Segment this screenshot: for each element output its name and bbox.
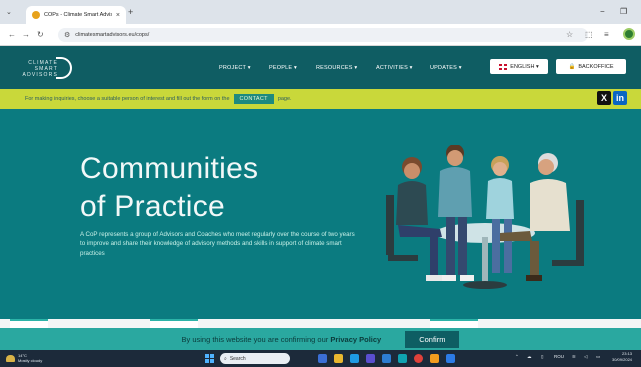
bookmark-star-icon[interactable]: ☆ — [566, 30, 573, 39]
weather-cloud-icon — [6, 354, 15, 362]
browser-window: ⌄ COPs - Climate Smart Advisors × + − ❐ … — [0, 0, 641, 367]
uk-flag-icon — [499, 63, 508, 70]
logo-line-3: ADVISORS — [22, 72, 58, 78]
taskbar-search[interactable]: ⌕ Search — [220, 353, 290, 364]
volume-icon[interactable]: ◁ — [584, 354, 587, 360]
file-explorer-icon[interactable] — [334, 354, 343, 363]
linkedin-icon[interactable]: in — [613, 91, 627, 105]
battery-status-icon[interactable]: ▭ — [596, 354, 600, 360]
notice-text: For making inquiries, choose a suitable … — [25, 96, 230, 102]
weather-desc: Mostly cloudy — [18, 358, 43, 363]
content-card-edge — [430, 319, 478, 328]
tab-title: COPs - Climate Smart Advisors — [44, 12, 112, 18]
tab-strip: ⌄ COPs - Climate Smart Advisors × + − ❐ — [0, 0, 641, 24]
language-selector[interactable]: ENGLISH ▾ — [490, 59, 548, 74]
store-icon[interactable] — [382, 354, 391, 363]
nav-project[interactable]: PROJECT ▾ — [219, 65, 251, 71]
tab-close-icon[interactable]: × — [116, 12, 120, 19]
address-bar[interactable]: ⚙ climatesmartadvisors.eu/cops/ — [58, 28, 588, 42]
site-info-icon[interactable]: ⚙ — [64, 31, 70, 39]
url-text[interactable]: climatesmartadvisors.eu/cops/ — [75, 32, 149, 38]
contact-button[interactable]: CONTACT — [233, 94, 274, 104]
new-tab-button[interactable]: + — [128, 8, 133, 17]
backoffice-label: BACKOFFICE — [578, 63, 614, 70]
word-icon[interactable] — [446, 354, 455, 363]
reload-icon[interactable]: ↻ — [37, 30, 44, 39]
nav-people[interactable]: PEOPLE ▾ — [269, 65, 297, 71]
cookie-message-text: By using this website you are confirming… — [181, 334, 329, 344]
clock[interactable]: 23:13 30/09/2024 — [612, 351, 632, 363]
minimize-icon[interactable]: − — [600, 7, 605, 16]
clock-date: 30/09/2024 — [612, 357, 633, 362]
lock-icon: 🔒 — [568, 63, 576, 70]
browser-tab[interactable]: COPs - Climate Smart Advisors × — [26, 6, 126, 24]
forward-arrow-icon[interactable]: → — [22, 30, 30, 39]
favicon-icon — [32, 11, 40, 19]
content-strip — [0, 319, 641, 328]
hero-title-line-2: of Practice — [80, 190, 226, 223]
nav-activities[interactable]: ACTIVITIES ▾ — [376, 65, 413, 71]
x-social-icon[interactable]: X — [597, 91, 611, 105]
confirm-button[interactable]: Confirm — [405, 330, 460, 348]
back-arrow-icon[interactable]: ← — [8, 30, 16, 39]
tab-search-icon[interactable]: ⌄ — [6, 8, 12, 16]
extensions-icon[interactable]: ⬚ — [585, 30, 593, 39]
cookie-banner: By using this website you are confirming… — [0, 328, 641, 350]
sidebar-icon[interactable]: ≡ — [604, 30, 609, 39]
hero-description: A CoP represents a group of Advisors and… — [80, 231, 355, 257]
app-icon[interactable] — [398, 354, 407, 363]
windows-taskbar: 14°C Mostly cloudy ⌕ Search ⌃ ☁ ▯ ROU ≋ … — [0, 350, 641, 367]
restore-icon[interactable]: ❐ — [620, 7, 627, 16]
windows-start-icon[interactable] — [205, 354, 214, 363]
weather-widget[interactable]: 14°C Mostly cloudy — [6, 353, 42, 363]
nav-updates[interactable]: UPDATES ▾ — [430, 65, 462, 71]
site-logo[interactable]: CLIMATE SMART ADVISORS — [22, 56, 72, 82]
notice-bar: For making inquiries, choose a suitable … — [0, 89, 641, 109]
browser-toolbar: ← → ↻ ⚙ climatesmartadvisors.eu/cops/ ☆ … — [0, 24, 641, 46]
notice-text-end: page. — [277, 96, 292, 102]
language-label: ENGLISH ▾ — [510, 63, 539, 70]
edge-icon[interactable] — [350, 354, 359, 363]
profile-avatar[interactable] — [623, 28, 635, 40]
backoffice-button[interactable]: 🔒 BACKOFFICE — [556, 59, 626, 74]
site-header: CLIMATE SMART ADVISORS PROJECT ▾ PEOPLE … — [0, 46, 641, 89]
cookie-message: By using this website you are confirming… — [182, 335, 382, 344]
language-indicator[interactable]: ROU — [554, 354, 564, 359]
taskbar-search-placeholder: Search — [229, 355, 246, 362]
battery-icon[interactable]: ▯ — [541, 354, 543, 360]
tray-chevron-icon[interactable]: ⌃ — [515, 354, 519, 360]
wifi-icon[interactable]: ≋ — [572, 354, 576, 360]
logo-arc-icon — [56, 57, 72, 79]
onedrive-icon[interactable]: ☁ — [527, 354, 532, 360]
content-card-edge — [150, 319, 198, 328]
chrome-icon[interactable] — [414, 354, 423, 363]
clock-time: 23:13 — [622, 351, 633, 356]
search-icon: ⌕ — [224, 355, 227, 362]
people-meeting-illustration — [386, 145, 584, 289]
teams-icon[interactable] — [366, 354, 375, 363]
task-view-icon[interactable] — [318, 354, 327, 363]
hero-title-line-1: Communities — [80, 152, 259, 185]
app-icon-2[interactable] — [430, 354, 439, 363]
nav-resources[interactable]: RESOURCES ▾ — [316, 65, 357, 71]
privacy-policy-link[interactable]: Privacy Policy — [330, 335, 381, 344]
content-card-edge — [10, 319, 48, 328]
